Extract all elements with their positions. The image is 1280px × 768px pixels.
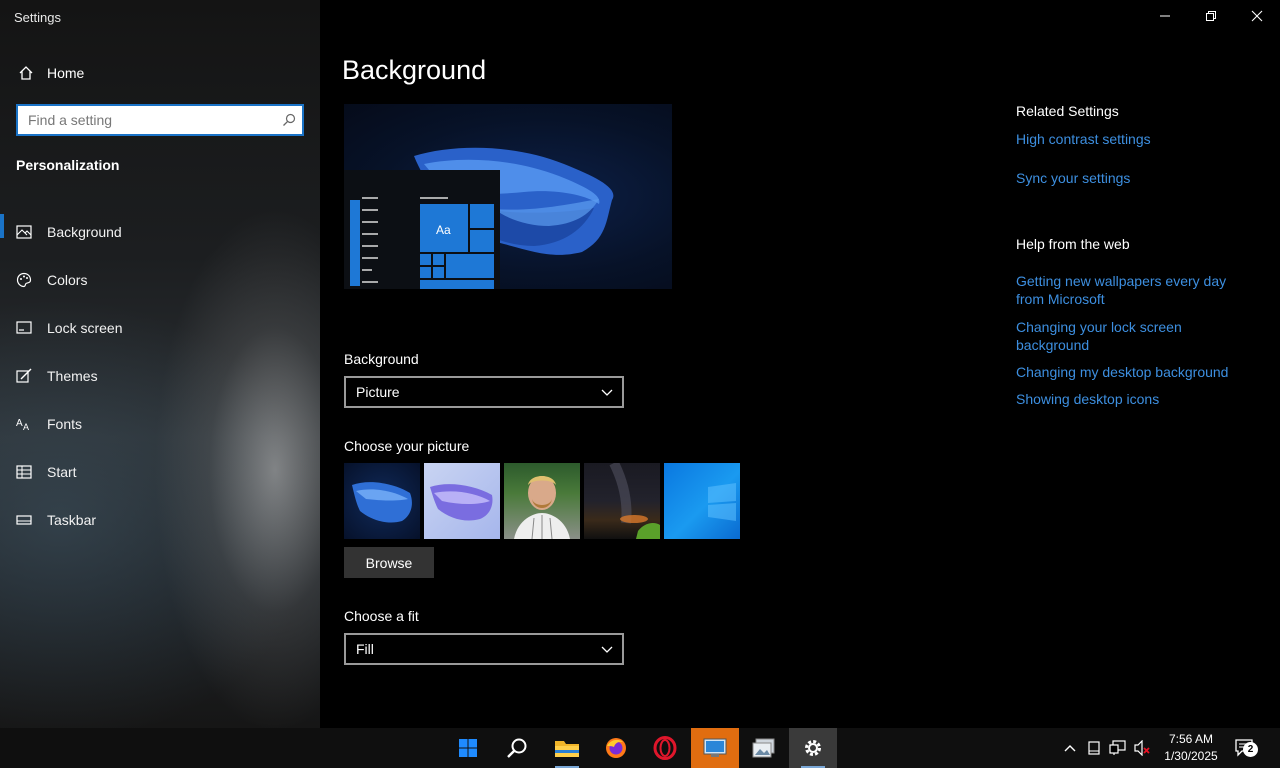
palette-icon bbox=[0, 272, 47, 288]
volume-button[interactable] bbox=[1131, 728, 1153, 768]
sidebar-item-taskbar[interactable]: Taskbar bbox=[0, 496, 320, 544]
svg-text:A: A bbox=[16, 418, 23, 429]
home-icon bbox=[0, 65, 47, 81]
notification-count-badge: 2 bbox=[1243, 742, 1258, 757]
firefox-icon bbox=[606, 738, 626, 758]
window-controls bbox=[1142, 0, 1280, 32]
svg-text:A: A bbox=[23, 422, 29, 431]
background-type-value: Picture bbox=[356, 384, 400, 400]
search-icon[interactable] bbox=[276, 113, 302, 127]
preview-tile-label: Aa bbox=[436, 223, 451, 237]
chevron-up-icon bbox=[1064, 745, 1076, 752]
sidebar-item-label: Taskbar bbox=[47, 512, 97, 528]
sidebar-item-start[interactable]: Start bbox=[0, 448, 320, 496]
sidebar-nav: Background Colors Lock screen Themes AA … bbox=[0, 208, 320, 544]
settings-main-pane: Background Aa Background Picture Choose … bbox=[320, 0, 1280, 728]
opera-icon bbox=[653, 736, 677, 760]
minimize-button[interactable] bbox=[1142, 0, 1188, 32]
sidebar-item-label: Lock screen bbox=[47, 320, 123, 336]
background-preview: Aa bbox=[344, 104, 672, 289]
sidebar-item-lock-screen[interactable]: Lock screen bbox=[0, 304, 320, 352]
sidebar-item-label: Start bbox=[47, 464, 77, 480]
network-button[interactable] bbox=[1107, 728, 1129, 768]
tray-tablet-icon-button[interactable] bbox=[1084, 728, 1104, 768]
home-nav-item[interactable]: Home bbox=[0, 58, 320, 88]
themes-icon bbox=[0, 368, 47, 384]
taskbar-clock[interactable]: 7:56 AM 1/30/2025 bbox=[1158, 731, 1224, 765]
sidebar-item-label: Fonts bbox=[47, 416, 83, 432]
sidebar-item-label: Themes bbox=[47, 368, 98, 384]
search-box[interactable] bbox=[16, 104, 304, 136]
chevron-down-icon bbox=[600, 642, 614, 659]
photos-app-button[interactable] bbox=[740, 728, 788, 768]
fit-value: Fill bbox=[356, 641, 374, 657]
section-title: Personalization bbox=[16, 157, 120, 173]
remote-desktop-icon bbox=[703, 738, 727, 757]
picture-thumb-portrait[interactable] bbox=[504, 463, 580, 539]
sidebar-item-label: Background bbox=[47, 224, 122, 240]
start-icon bbox=[0, 465, 47, 479]
lock-screen-icon bbox=[0, 321, 47, 335]
file-explorer-button[interactable] bbox=[543, 728, 591, 768]
picture-thumb-night-sky[interactable] bbox=[584, 463, 660, 539]
browse-button[interactable]: Browse bbox=[344, 547, 434, 578]
sidebar-item-themes[interactable]: Themes bbox=[0, 352, 320, 400]
restore-button[interactable] bbox=[1188, 0, 1234, 32]
background-type-label: Background bbox=[344, 351, 419, 367]
gear-icon bbox=[805, 740, 821, 756]
search-input[interactable] bbox=[18, 106, 276, 134]
search-icon bbox=[507, 738, 527, 758]
windows-start-button[interactable] bbox=[444, 728, 492, 768]
page-title: Background bbox=[342, 55, 487, 85]
clock-time: 7:56 AM bbox=[1168, 732, 1214, 746]
windows-logo-icon bbox=[459, 739, 477, 757]
start-menu-mock: Aa bbox=[344, 170, 500, 289]
help-heading: Help from the web bbox=[1016, 236, 1130, 252]
tablet-icon bbox=[1088, 741, 1100, 755]
fit-select[interactable]: Fill bbox=[344, 633, 624, 665]
app-title: Settings bbox=[14, 10, 61, 25]
picture-thumbnails bbox=[344, 463, 740, 539]
picture-thumb-bloom-light[interactable] bbox=[424, 463, 500, 539]
settings-app-button[interactable] bbox=[789, 728, 837, 768]
sidebar-item-background[interactable]: Background bbox=[0, 208, 320, 256]
picture-thumb-windows-blue[interactable] bbox=[664, 463, 740, 539]
folder-icon bbox=[555, 741, 579, 757]
photos-icon bbox=[752, 738, 775, 758]
high-contrast-link[interactable]: High contrast settings bbox=[1016, 130, 1256, 148]
help-link-lock-screen[interactable]: Changing your lock screen background bbox=[1016, 318, 1256, 354]
sidebar-item-colors[interactable]: Colors bbox=[0, 256, 320, 304]
clock-date: 1/30/2025 bbox=[1164, 749, 1218, 763]
action-center-button[interactable]: 2 bbox=[1230, 728, 1260, 768]
fonts-icon: AA bbox=[0, 417, 47, 431]
chevron-down-icon bbox=[600, 385, 614, 402]
taskbar: 7:56 AM 1/30/2025 2 bbox=[0, 728, 1280, 768]
network-icon bbox=[1109, 740, 1126, 755]
remote-desktop-button[interactable] bbox=[691, 728, 739, 768]
volume-muted-icon bbox=[1134, 740, 1150, 756]
start-tiles-mock bbox=[350, 197, 494, 289]
help-link-wallpapers[interactable]: Getting new wallpapers every day from Mi… bbox=[1016, 272, 1256, 308]
related-settings-heading: Related Settings bbox=[1016, 103, 1119, 119]
choose-fit-label: Choose a fit bbox=[344, 608, 419, 624]
taskbar-icon bbox=[0, 514, 47, 526]
choose-picture-label: Choose your picture bbox=[344, 438, 470, 454]
help-link-desktop-background[interactable]: Changing my desktop background bbox=[1016, 363, 1256, 381]
picture-icon bbox=[0, 225, 47, 239]
opera-button[interactable] bbox=[641, 728, 689, 768]
help-link-desktop-icons[interactable]: Showing desktop icons bbox=[1016, 390, 1256, 408]
sidebar-item-label: Colors bbox=[47, 272, 88, 288]
firefox-button[interactable] bbox=[592, 728, 640, 768]
background-type-select[interactable]: Picture bbox=[344, 376, 624, 408]
home-label: Home bbox=[47, 65, 85, 81]
settings-sidebar: Settings Home Personalization Background… bbox=[0, 0, 320, 728]
sidebar-item-fonts[interactable]: AA Fonts bbox=[0, 400, 320, 448]
sync-settings-link[interactable]: Sync your settings bbox=[1016, 169, 1256, 187]
taskbar-search-button[interactable] bbox=[493, 728, 541, 768]
picture-thumb-bloom-dark[interactable] bbox=[344, 463, 420, 539]
close-button[interactable] bbox=[1234, 0, 1280, 32]
show-hidden-icons-button[interactable] bbox=[1060, 728, 1080, 768]
